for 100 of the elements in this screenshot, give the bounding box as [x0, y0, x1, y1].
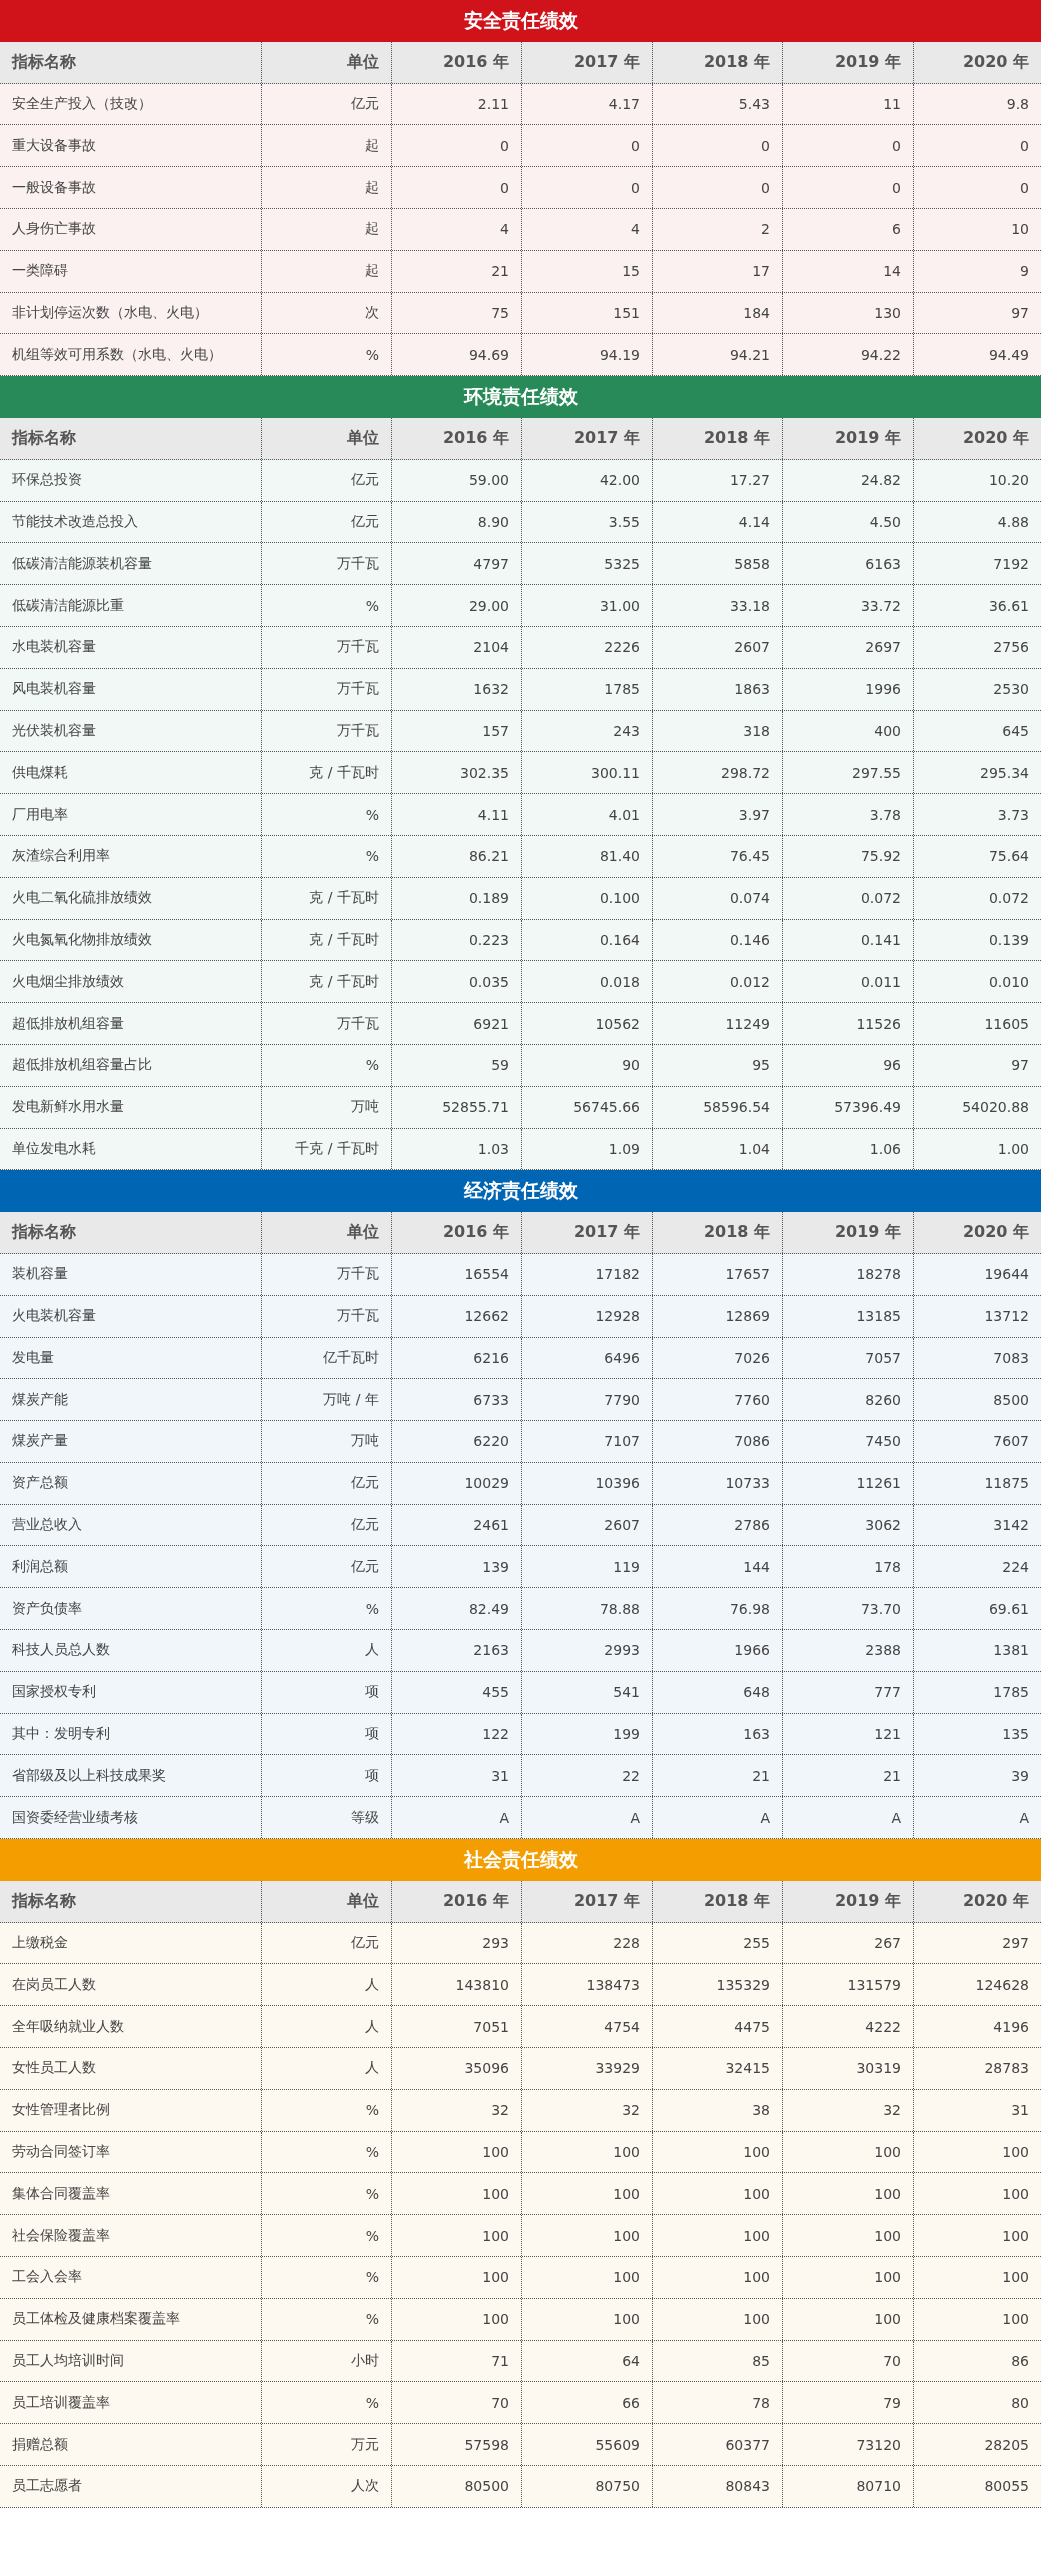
- table-cell: 21: [653, 1755, 783, 1797]
- table-cell: 10733: [653, 1462, 783, 1504]
- table-cell: 255: [653, 1922, 783, 1964]
- column-header: 2019 年: [783, 41, 914, 83]
- table-cell: 4754: [522, 2006, 653, 2048]
- table-cell: %: [262, 2382, 392, 2424]
- table-cell: 100: [392, 2298, 522, 2340]
- table-cell-text: 100: [1001, 2226, 1030, 2246]
- table-cell: 万元: [262, 2424, 392, 2465]
- table-cell-text: 94.49: [987, 345, 1030, 365]
- column-header: 2016 年: [392, 417, 522, 459]
- table-cell-text: 11875: [983, 1474, 1030, 1494]
- table-cell: 100: [653, 2131, 783, 2173]
- table-cell-text: 0: [1019, 178, 1030, 198]
- table-cell: 32: [392, 2089, 522, 2131]
- table-cell-text: 10.20: [987, 471, 1030, 491]
- table-cell: 8.90: [392, 501, 522, 543]
- column-header: 2020 年: [961, 1889, 1030, 1912]
- table-cell: 71: [392, 2340, 522, 2382]
- column-header: 2018 年: [653, 41, 783, 83]
- table-cell: 低碳清洁能源比重: [0, 585, 262, 626]
- table-cell: 0.035: [392, 961, 522, 1003]
- table-cell: 29.00: [392, 585, 522, 626]
- table-cell: 3062: [783, 1504, 914, 1546]
- table-cell: 17182: [522, 1253, 653, 1295]
- table-cell: 21: [783, 1755, 914, 1797]
- table-cell: 11261: [783, 1462, 914, 1504]
- table-cell-text: 11605: [983, 1014, 1030, 1034]
- table-cell-text: 7607: [992, 1432, 1030, 1452]
- table-cell: 2388: [783, 1630, 914, 1671]
- table-cell-text: 135: [1001, 1725, 1030, 1745]
- table-cell-text: 97: [1010, 1056, 1030, 1076]
- table-cell: 0: [653, 125, 783, 167]
- table-cell: 96: [783, 1044, 914, 1086]
- table-cell: 2993: [522, 1630, 653, 1671]
- table-cell: 亿元: [262, 1922, 392, 1964]
- table-cell: 1.04: [653, 1128, 783, 1170]
- table-cell: 2786: [653, 1504, 783, 1546]
- column-header: 单位: [262, 417, 392, 459]
- table-cell: 135329: [653, 1964, 783, 2006]
- table-cell: 18278: [783, 1253, 914, 1295]
- table-cell: 7026: [653, 1337, 783, 1379]
- column-header: 指标名称: [0, 417, 262, 459]
- table-cell: %: [262, 2173, 392, 2215]
- table-cell: 万千瓦: [262, 626, 392, 668]
- table-cell: 78: [653, 2382, 783, 2424]
- column-header: 指标名称: [0, 1212, 262, 1253]
- table-cell: 4222: [783, 2006, 914, 2048]
- table-cell: 57396.49: [783, 1086, 914, 1128]
- column-header: 2019 年: [783, 1212, 914, 1253]
- table-cell: 亿元: [262, 1546, 392, 1588]
- table-cell: 国家授权专利: [0, 1671, 262, 1713]
- table-cell: 煤炭产能: [0, 1379, 262, 1421]
- table-cell: 1632: [392, 668, 522, 710]
- table-cell: 0.189: [392, 877, 522, 919]
- table-cell: 75: [392, 292, 522, 334]
- table-cell: 400: [783, 710, 914, 752]
- table-cell: 17657: [653, 1253, 783, 1295]
- table-cell: 万千瓦: [262, 1253, 392, 1295]
- table-cell-text: 0.072: [987, 889, 1030, 909]
- table-cell: 火电二氧化硫排放绩效: [0, 877, 262, 919]
- table-cell: 100: [783, 2298, 914, 2340]
- column-header: 2017 年: [522, 1212, 653, 1253]
- table-cell: 94.69: [392, 334, 522, 376]
- table-cell: 7086: [653, 1421, 783, 1462]
- column-header: 2016 年: [392, 1880, 522, 1922]
- table-cell: 2607: [653, 626, 783, 668]
- table-cell-text: 100: [1001, 2310, 1030, 2330]
- table-cell: 2226: [522, 626, 653, 668]
- table-cell: 项: [262, 1755, 392, 1797]
- table-cell: 17: [653, 250, 783, 292]
- table-cell-text: 3142: [992, 1516, 1030, 1536]
- table-cell: 一类障碍: [0, 250, 262, 292]
- table-cell: 克 / 千瓦时: [262, 752, 392, 794]
- table-cell: 1.06: [783, 1128, 914, 1170]
- table-cell: A: [392, 1797, 522, 1839]
- table-cell: 70: [392, 2382, 522, 2424]
- column-header: 指标名称: [0, 1880, 262, 1922]
- table-cell: 项: [262, 1713, 392, 1755]
- table-cell-text: 645: [1001, 721, 1030, 741]
- table-cell: 员工体检及健康档案覆盖率: [0, 2298, 262, 2340]
- table-cell-text: 28205: [983, 2435, 1030, 2455]
- table-cell: 员工志愿者: [0, 2466, 262, 2507]
- table-cell: 等级: [262, 1797, 392, 1839]
- table-cell: 100: [392, 2257, 522, 2298]
- table-cell: 73.70: [783, 1588, 914, 1630]
- table-cell-text: 100: [1001, 2184, 1030, 2204]
- table-cell: 12869: [653, 1295, 783, 1337]
- table-cell: 2461: [392, 1504, 522, 1546]
- table-cell: 33.18: [653, 585, 783, 626]
- table-cell: 302.35: [392, 752, 522, 794]
- table-cell: 7790: [522, 1379, 653, 1421]
- table-cell: 0.074: [653, 877, 783, 919]
- table-cell: 4.14: [653, 501, 783, 543]
- table-cell: 0.011: [783, 961, 914, 1003]
- table-cell-text: 69.61: [987, 1599, 1030, 1619]
- table-cell: 1.09: [522, 1128, 653, 1170]
- table-cell: 节能技术改造总投入: [0, 501, 262, 543]
- table-cell: 0: [522, 125, 653, 167]
- table-cell: 86.21: [392, 835, 522, 877]
